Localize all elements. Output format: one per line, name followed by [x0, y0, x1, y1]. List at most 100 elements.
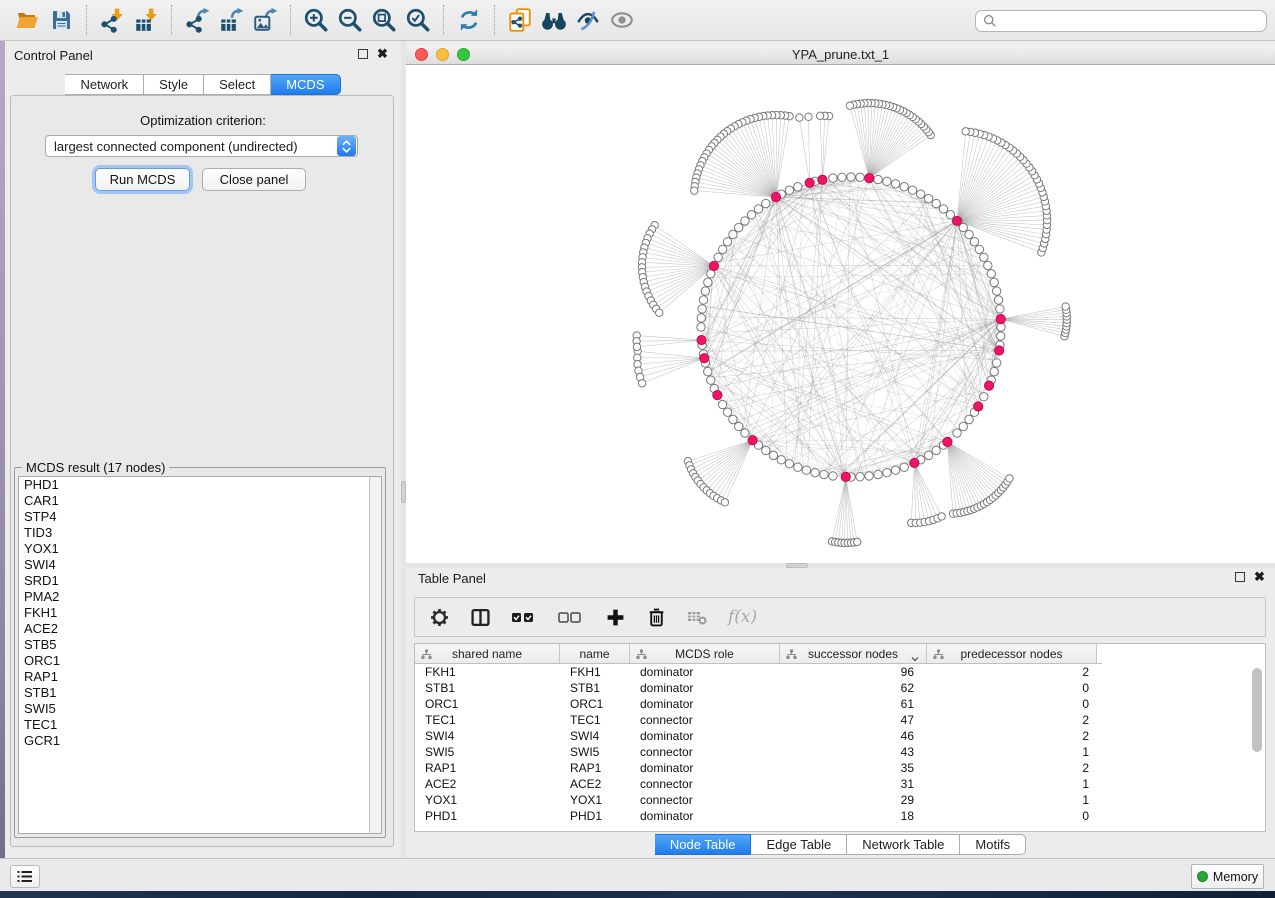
select-all-icon[interactable]: [511, 607, 537, 627]
table-panel-close-icon[interactable]: ✖: [1254, 572, 1265, 582]
zoom-selected-icon[interactable]: [401, 3, 435, 37]
mcds-result-item[interactable]: STB5: [19, 637, 370, 653]
mcds-result-item[interactable]: TEC1: [19, 717, 370, 733]
deselect-all-icon[interactable]: [558, 607, 584, 627]
table-scrollbar[interactable]: [1251, 666, 1263, 830]
table-row[interactable]: TEC1 TEC1 connector 47 2: [415, 712, 1265, 728]
table-row[interactable]: ORC1 ORC1 dominator 61 0: [415, 696, 1265, 712]
mcds-result-item[interactable]: GCR1: [19, 733, 370, 749]
main-toolbar: [0, 0, 1275, 41]
table-row[interactable]: YOX1 YOX1 connector 29 1: [415, 792, 1265, 808]
show-columns-icon[interactable]: [470, 607, 490, 627]
network-window-title: YPA_prune.txt_1: [406, 47, 1275, 62]
cell-mcds-role: connector: [630, 713, 780, 727]
memory-button[interactable]: Memory: [1191, 864, 1264, 889]
mcds-result-item[interactable]: CAR1: [19, 493, 370, 509]
table-settings-icon[interactable]: [429, 607, 449, 627]
control-panel-close-icon[interactable]: ✖: [377, 49, 388, 59]
network-canvas[interactable]: [406, 65, 1275, 563]
find-icon[interactable]: [537, 3, 571, 37]
node-table: shared name name: [414, 643, 1266, 832]
control-panel-float-icon[interactable]: [358, 49, 368, 59]
mcds-result-item[interactable]: PHD1: [19, 477, 370, 493]
search-input[interactable]: [997, 12, 1266, 30]
horizontal-splitter[interactable]: [406, 563, 1275, 568]
export-table-icon[interactable]: [214, 3, 248, 37]
table-row[interactable]: RAP1 RAP1 dominator 35 2: [415, 760, 1265, 776]
table-panel-tab[interactable]: Edge Table: [751, 834, 847, 855]
cell-predecessor-nodes: 0: [927, 809, 1097, 823]
zoom-fit-icon[interactable]: [367, 3, 401, 37]
mcds-result-item[interactable]: YOX1: [19, 541, 370, 557]
task-history-button[interactable]: [10, 865, 40, 888]
mcds-result-item[interactable]: STP4: [19, 509, 370, 525]
list-icon: [17, 870, 33, 883]
mcds-result-item[interactable]: PMA2: [19, 589, 370, 605]
control-panel-tab[interactable]: Style: [144, 74, 204, 95]
column-header[interactable]: predecessor nodes: [927, 644, 1097, 663]
table-row[interactable]: STB1 STB1 dominator 62 0: [415, 680, 1265, 696]
run-mcds-button[interactable]: Run MCDS: [95, 168, 190, 191]
network-window-titlebar[interactable]: YPA_prune.txt_1: [406, 45, 1275, 65]
select-stepper-icon: [337, 136, 356, 156]
cell-predecessor-nodes: 0: [927, 681, 1097, 695]
cell-predecessor-nodes: 1: [927, 793, 1097, 807]
cell-mcds-role: dominator: [630, 809, 780, 823]
mcds-result-item[interactable]: RAP1: [19, 669, 370, 685]
table-toolbar: f(x): [414, 597, 1266, 637]
cell-shared-name: RAP1: [415, 761, 560, 775]
close-panel-button[interactable]: Close panel: [202, 168, 306, 191]
export-image-icon[interactable]: [248, 3, 282, 37]
toolbar-separator: [443, 5, 444, 35]
table-row[interactable]: SWI4 SWI4 dominator 46 2: [415, 728, 1265, 744]
table-panel-tab[interactable]: Node Table: [655, 834, 752, 855]
column-type-icon: [421, 649, 432, 663]
table-panel-tab[interactable]: Network Table: [847, 834, 960, 855]
mcds-result-item[interactable]: FKH1: [19, 605, 370, 621]
column-header[interactable]: shared name: [415, 644, 560, 663]
import-network-icon[interactable]: [95, 3, 129, 37]
new-network-from-selection-icon[interactable]: [503, 3, 537, 37]
cell-predecessor-nodes: 2: [927, 761, 1097, 775]
import-table-icon[interactable]: [129, 3, 163, 37]
save-session-icon[interactable]: [44, 3, 78, 37]
optimization-criterion-select[interactable]: largest connected component (undirected): [45, 135, 358, 157]
refresh-layout-icon[interactable]: [452, 3, 486, 37]
control-panel-tab[interactable]: Network: [65, 74, 144, 95]
table-row[interactable]: FKH1 FKH1 dominator 96 2: [415, 664, 1265, 680]
splitter-grip[interactable]: [786, 563, 808, 568]
mcds-result-item[interactable]: TID3: [19, 525, 370, 541]
export-network-icon[interactable]: [180, 3, 214, 37]
mcds-result-item[interactable]: SRD1: [19, 573, 370, 589]
mcds-result-item[interactable]: STB1: [19, 685, 370, 701]
column-header[interactable]: MCDS role: [630, 644, 780, 663]
table-row[interactable]: ACE2 ACE2 connector 31 1: [415, 776, 1265, 792]
column-header[interactable]: name: [560, 644, 630, 663]
table-panel-float-icon[interactable]: [1235, 572, 1245, 582]
column-header[interactable]: successor nodes: [780, 644, 927, 663]
cell-successor-nodes: 46: [780, 729, 927, 743]
zoom-in-icon[interactable]: [299, 3, 333, 37]
table-panel-tabs: Node Table Edge Table Network Table Moti…: [406, 834, 1275, 855]
global-search[interactable]: [975, 10, 1267, 32]
table-panel-tab[interactable]: Motifs: [960, 834, 1026, 855]
add-row-icon[interactable]: [605, 607, 625, 627]
delete-row-icon[interactable]: [646, 607, 666, 627]
table-row[interactable]: PHD1 PHD1 dominator 18 0: [415, 808, 1265, 824]
open-session-icon[interactable]: [10, 3, 44, 37]
mcds-result-title: MCDS result (17 nodes): [22, 460, 169, 475]
hide-selected-icon[interactable]: [571, 3, 605, 37]
table-scrollbar-thumb[interactable]: [1252, 668, 1262, 752]
control-panel-tab[interactable]: MCDS: [271, 74, 340, 95]
mcds-result-item[interactable]: SWI4: [19, 557, 370, 573]
table-row[interactable]: SWI5 SWI5 connector 43 1: [415, 744, 1265, 760]
mcds-result-item[interactable]: ORC1: [19, 653, 370, 669]
control-panel-tab[interactable]: Select: [204, 74, 271, 95]
mcds-result-item[interactable]: ACE2: [19, 621, 370, 637]
status-bar: Memory: [0, 858, 1275, 891]
mcds-result-item[interactable]: SWI5: [19, 701, 370, 717]
zoom-out-icon[interactable]: [333, 3, 367, 37]
mcds-result-list[interactable]: PHD1 CAR1 STP4 TID3 YOX1 SWI4 SRD1 PMA2 …: [18, 476, 371, 834]
mcds-list-scrollbar[interactable]: [369, 476, 382, 834]
toolbar-separator: [86, 5, 87, 35]
